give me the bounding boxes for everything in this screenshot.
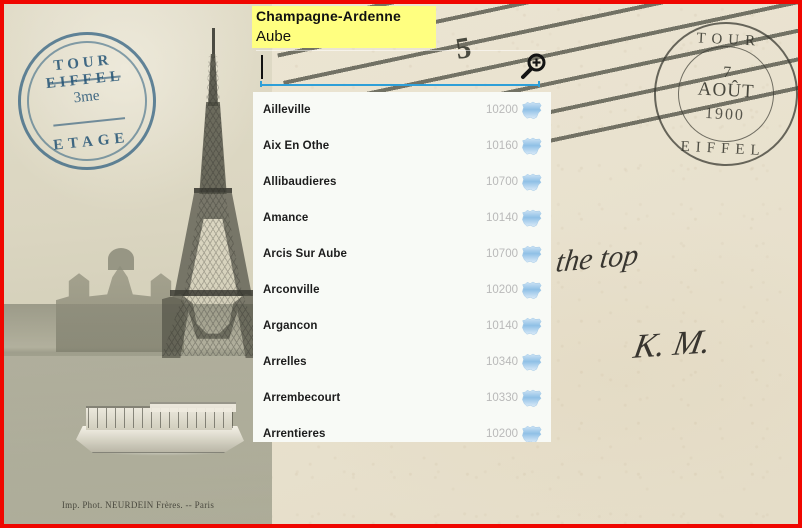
tower-mast <box>212 28 215 58</box>
commune-name: Ailleville <box>263 104 311 116</box>
postal-code: 10330 <box>486 392 518 404</box>
search-underline <box>260 81 540 87</box>
list-item[interactable]: Allibaudieres 10700 <box>253 164 551 200</box>
postal-code: 10700 <box>486 176 518 188</box>
france-map-icon <box>521 101 543 120</box>
region-title: Champagne-Ardenne <box>252 6 436 26</box>
postmark-year: 1900 <box>704 104 746 125</box>
list-item[interactable]: Argancon 10140 <box>253 308 551 344</box>
tour-eiffel-date-postmark: TOUR 7 AOÛT 1900 EIFFEL <box>650 18 798 170</box>
magnifier-plus-icon[interactable] <box>520 52 548 80</box>
list-item[interactable]: Arcis Sur Aube 10700 <box>253 236 551 272</box>
trocadero-dome <box>108 248 134 270</box>
postal-code: 10700 <box>486 248 518 260</box>
postal-code: 10140 <box>486 320 518 332</box>
france-map-icon <box>521 281 543 300</box>
commune-name: Argancon <box>263 320 318 332</box>
list-item[interactable]: Arrembecourt 10330 <box>253 380 551 416</box>
france-map-icon <box>521 173 543 192</box>
list-item[interactable]: Arrentieres 10200 <box>253 416 551 442</box>
commune-name: Arrelles <box>263 356 307 368</box>
stamp-eiffel-bar-bottom <box>53 117 126 127</box>
france-map-icon <box>521 209 543 228</box>
commune-results-list[interactable]: Ailleville 10200 Aix En Othe 10160 Allib… <box>253 92 551 442</box>
list-item[interactable]: Amance 10140 <box>253 200 551 236</box>
handwriting-signature: K. M. <box>630 323 714 366</box>
search-input[interactable] <box>256 51 532 81</box>
commune-name: Arconville <box>263 284 320 296</box>
list-item[interactable]: Ailleville 10200 <box>253 92 551 128</box>
postal-code: 10200 <box>486 284 518 296</box>
france-map-icon <box>521 317 543 336</box>
postcard-browser-window: Imp. Phot. NEURDEIN Frères. -- Paris TOU… <box>0 0 802 528</box>
photo-credit-caption: Imp. Phot. NEURDEIN Frères. -- Paris <box>61 500 215 510</box>
postal-code: 10200 <box>486 104 518 116</box>
commune-name: Aix En Othe <box>263 140 330 152</box>
list-item[interactable]: Arrelles 10340 <box>253 344 551 380</box>
france-map-icon <box>521 353 543 372</box>
commune-name: Arcis Sur Aube <box>263 248 348 260</box>
postal-code: 10160 <box>486 140 518 152</box>
commune-name: Arrentieres <box>263 428 326 440</box>
postal-code: 10340 <box>486 356 518 368</box>
tower-lattice-texture <box>162 56 264 356</box>
search-bar[interactable] <box>256 50 546 88</box>
france-map-icon <box>521 245 543 264</box>
boat-hull <box>76 426 244 453</box>
postal-code: 10200 <box>486 428 518 440</box>
france-map-icon <box>521 389 543 408</box>
commune-name: Amance <box>263 212 309 224</box>
department-title: Aube <box>252 26 436 48</box>
france-map-icon <box>521 425 543 442</box>
commune-name: Allibaudieres <box>263 176 337 188</box>
text-caret <box>261 55 263 79</box>
list-item[interactable]: Aix En Othe 10160 <box>253 128 551 164</box>
france-map-icon <box>521 137 543 156</box>
commune-name: Arrembecourt <box>263 392 341 404</box>
list-item[interactable]: Arconville 10200 <box>253 272 551 308</box>
seine-riverboat <box>64 396 260 458</box>
boat-canopy <box>150 402 236 412</box>
postal-code: 10140 <box>486 212 518 224</box>
